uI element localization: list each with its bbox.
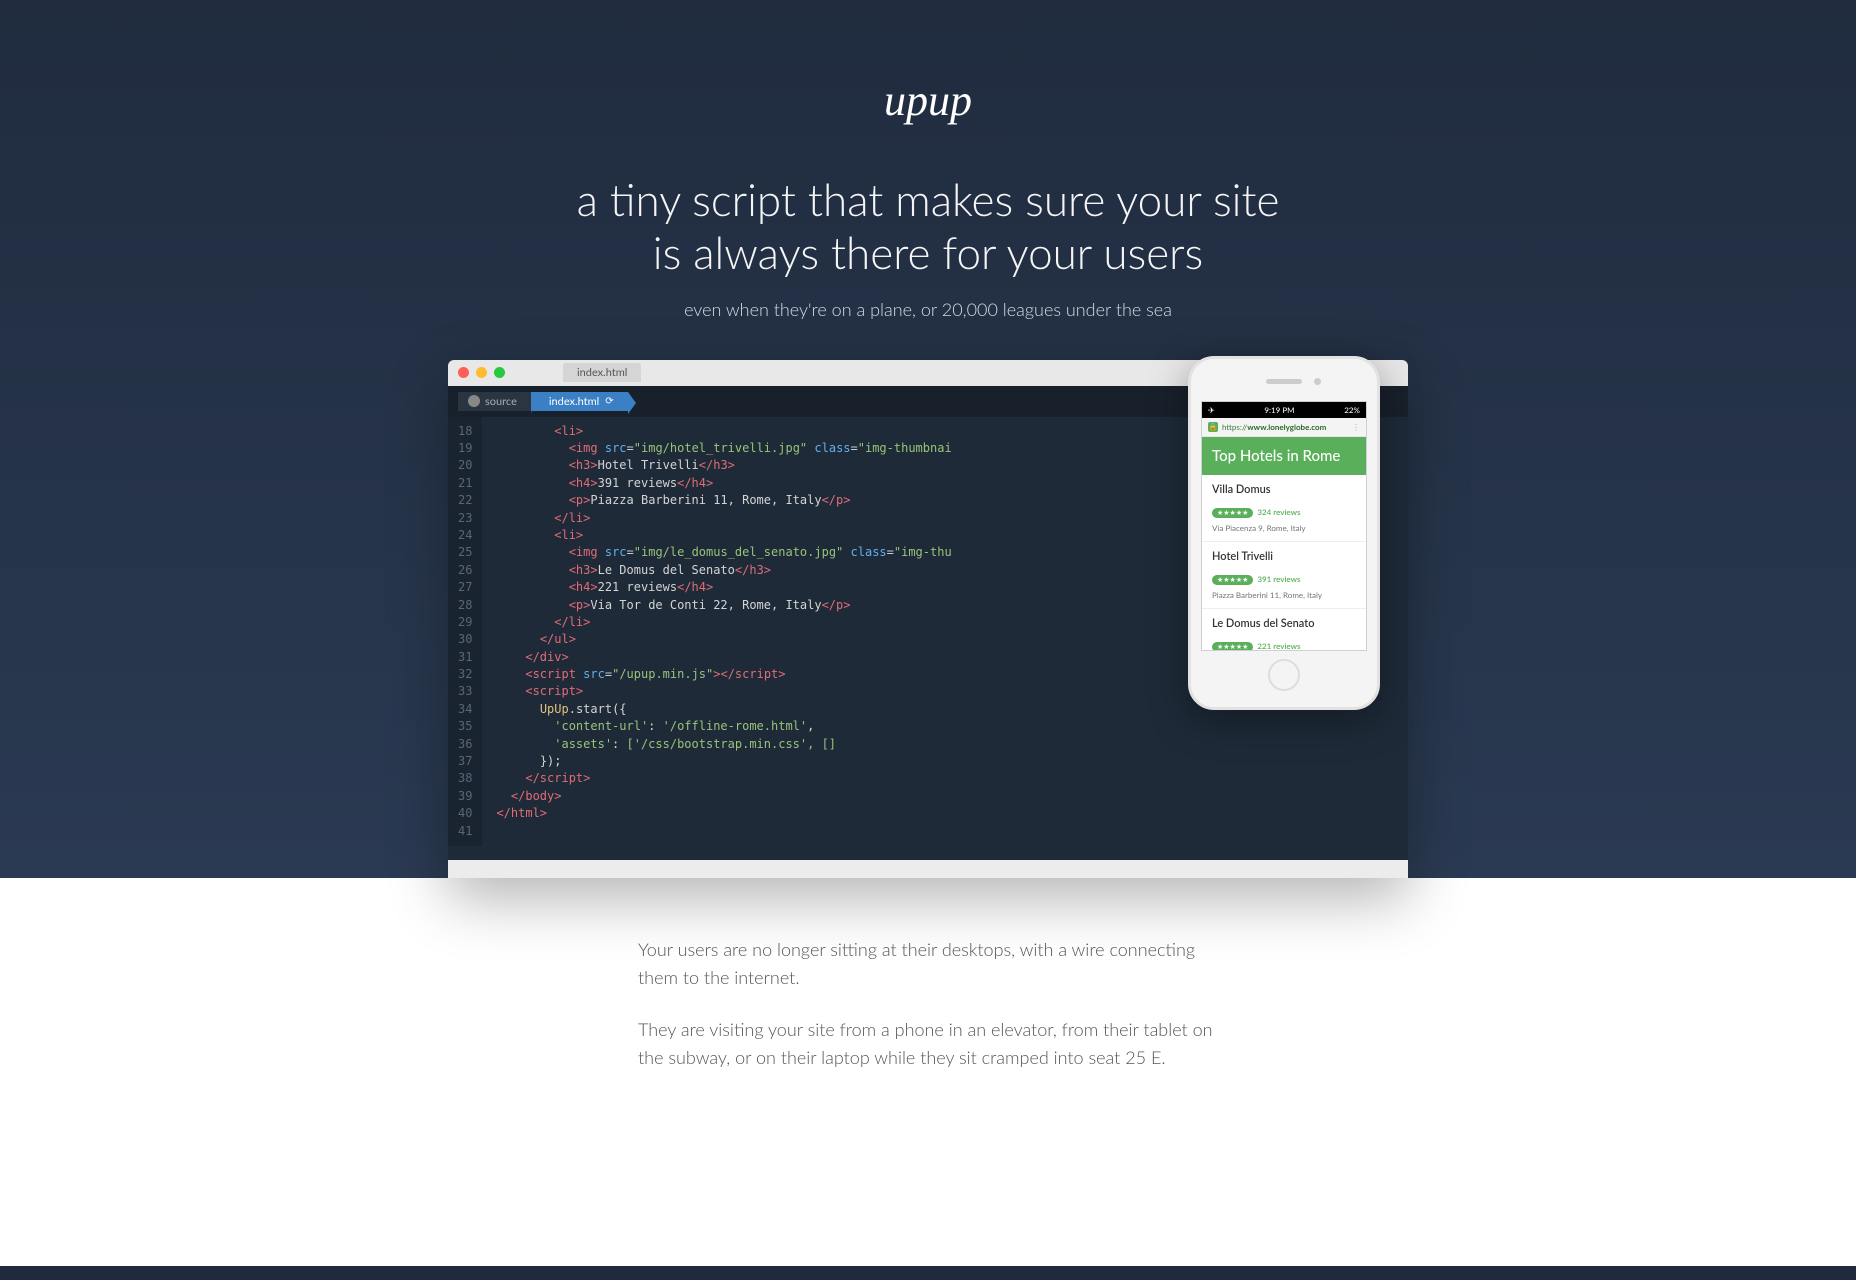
editor-tab[interactable]: index.html <box>563 363 641 382</box>
editor-footer <box>448 860 1408 878</box>
hotel-item[interactable]: Le Domus del Senato ★★★★★221 reviews Via… <box>1202 609 1366 651</box>
phone-camera <box>1314 378 1321 385</box>
hotel-list: Villa Domus ★★★★★ 324 reviews Via Piacenz… <box>1202 475 1366 651</box>
close-dot-icon[interactable] <box>458 367 469 378</box>
intro-paragraph-1: Your users are no longer sitting at thei… <box>638 936 1218 992</box>
page-banner: Top Hotels in Rome <box>1202 437 1366 475</box>
demo-composite: index.html source index.html ⟳ 1819202122… <box>448 360 1408 878</box>
refresh-icon: ⟳ <box>605 395 613 407</box>
url-host: www.lonelyglobe.com <box>1247 422 1326 432</box>
rating-pill: ★★★★★ <box>1212 575 1253 585</box>
rating-pill: ★★★★★ <box>1212 508 1253 518</box>
phone-speaker <box>1266 379 1302 384</box>
phone-urlbar[interactable]: 🔒 https://www.lonelyglobe.com ⋮ <box>1202 418 1366 437</box>
phone-mockup: ✈ 9:19 PM 22% 🔒 https://www.lonelyglobe.… <box>1188 356 1380 710</box>
phone-statusbar: ✈ 9:19 PM 22% <box>1202 402 1366 418</box>
status-time: 9:19 PM <box>1264 405 1294 415</box>
breadcrumb-file-label: index.html <box>549 395 599 408</box>
line-gutter: 1819202122232425262728293031323334353637… <box>448 417 482 846</box>
hotel-address: Via Piacenza 9, Rome, Italy <box>1212 523 1356 533</box>
hotel-item[interactable]: Hotel Trivelli ★★★★★ 391 reviews Piazza B… <box>1202 542 1366 609</box>
brand-logo: upup <box>20 75 1836 126</box>
phone-screen: ✈ 9:19 PM 22% 🔒 https://www.lonelyglobe.… <box>1201 401 1367 651</box>
review-count: 391 reviews <box>1257 574 1300 584</box>
hero-subhead: even when they're on a plane, or 20,000 … <box>20 298 1836 320</box>
breadcrumb-file[interactable]: index.html ⟳ <box>531 392 628 411</box>
lock-icon: 🔒 <box>1208 422 1218 432</box>
body-copy: Your users are no longer sitting at thei… <box>618 878 1238 1116</box>
breadcrumb-source-label: source <box>485 395 517 408</box>
footer-stripe <box>0 1266 1856 1280</box>
minimize-dot-icon[interactable] <box>476 367 487 378</box>
hotel-address: Piazza Barberini 11, Rome, Italy <box>1212 590 1356 600</box>
breadcrumb-source[interactable]: source <box>458 392 531 411</box>
rating-pill: ★★★★★ <box>1212 642 1253 651</box>
hero-headline: a tiny script that makes sure your site … <box>568 174 1288 280</box>
traffic-lights <box>458 367 505 378</box>
hotel-name: Villa Domus <box>1212 483 1356 496</box>
review-count: 221 reviews <box>1257 641 1300 651</box>
hero-section: upup a tiny script that makes sure your … <box>0 0 1856 878</box>
review-count: 324 reviews <box>1257 507 1300 517</box>
status-battery: 22% <box>1344 405 1360 415</box>
zoom-dot-icon[interactable] <box>494 367 505 378</box>
hotel-name: Le Domus del Senato <box>1212 617 1356 630</box>
hotel-item[interactable]: Villa Domus ★★★★★ 324 reviews Via Piacenz… <box>1202 475 1366 542</box>
intro-paragraph-2: They are visiting your site from a phone… <box>638 1016 1218 1072</box>
url-proto: https:// <box>1222 422 1247 432</box>
airplane-mode-icon: ✈ <box>1208 405 1215 415</box>
home-button-icon[interactable] <box>1268 659 1300 691</box>
kebab-menu-icon[interactable]: ⋮ <box>1352 422 1360 432</box>
github-icon <box>468 395 480 407</box>
hotel-name: Hotel Trivelli <box>1212 550 1356 563</box>
